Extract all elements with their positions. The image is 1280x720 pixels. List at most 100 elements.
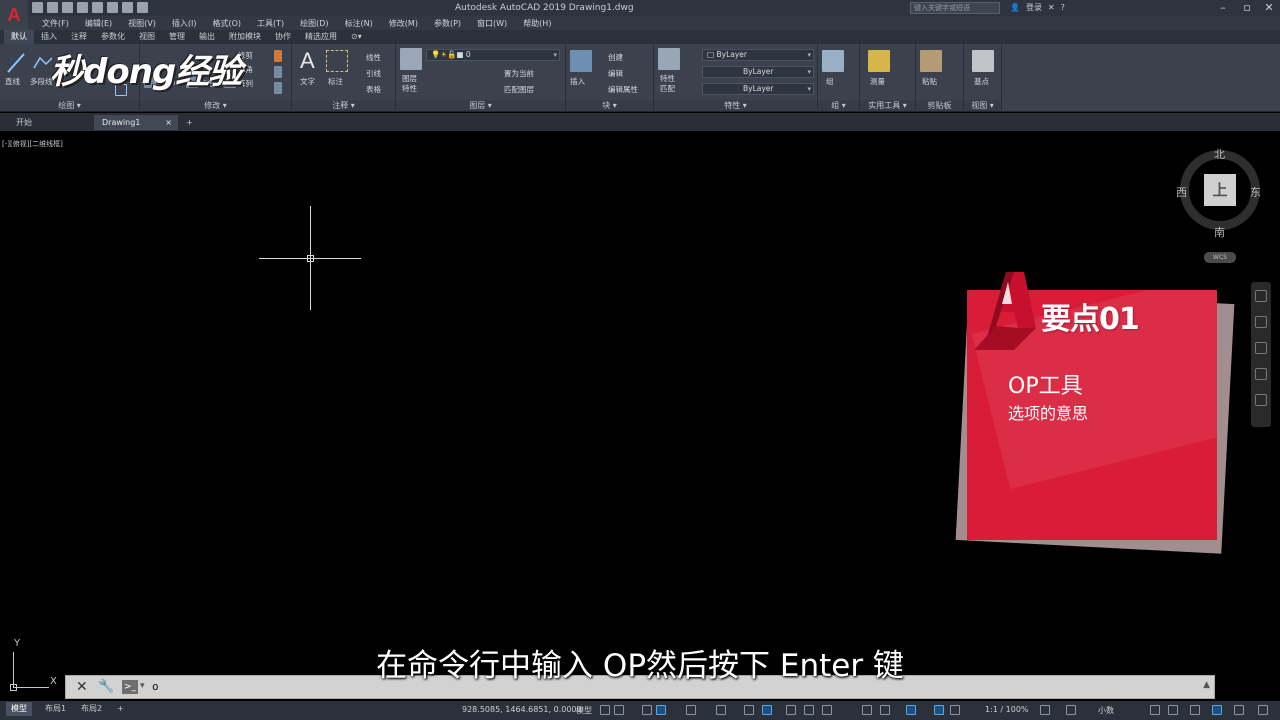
units-selector[interactable]: 小数 bbox=[1098, 705, 1114, 716]
grid-icon[interactable] bbox=[600, 705, 610, 715]
erase-icon[interactable] bbox=[274, 50, 282, 62]
annotation-panel-title[interactable]: 注释 ▾ bbox=[292, 100, 395, 111]
base-point-button[interactable]: 基点 bbox=[974, 76, 989, 87]
linetype-dropdown[interactable]: ByLayer bbox=[702, 66, 814, 78]
menu-modify[interactable]: 修改(M) bbox=[381, 18, 426, 29]
gizmo-icon[interactable] bbox=[906, 705, 916, 715]
close-tab-icon[interactable]: × bbox=[165, 115, 172, 130]
ortho-icon[interactable] bbox=[642, 705, 652, 715]
layer-properties-icon[interactable] bbox=[400, 48, 422, 70]
clean-screen-icon[interactable] bbox=[1234, 705, 1244, 715]
draw-panel-title[interactable]: 绘图 ▾ bbox=[0, 100, 139, 111]
paste-button[interactable]: 粘贴 bbox=[922, 76, 937, 87]
tab-insert[interactable]: 插入 bbox=[34, 30, 64, 44]
view-panel-title[interactable]: 视图 ▾ bbox=[964, 100, 1001, 111]
add-layout-button[interactable]: + bbox=[112, 702, 129, 716]
showmotion-icon[interactable] bbox=[1255, 394, 1267, 406]
orbit-icon[interactable] bbox=[1255, 368, 1267, 380]
tab-drawing1[interactable]: Drawing1 × bbox=[94, 115, 178, 130]
tab-layout2[interactable]: 布局2 bbox=[76, 702, 107, 716]
print-icon[interactable] bbox=[92, 2, 103, 13]
tab-output[interactable]: 输出 bbox=[192, 30, 222, 44]
annotation-visibility-icon[interactable] bbox=[934, 705, 944, 715]
block-panel-title[interactable]: 块 ▾ bbox=[566, 100, 653, 111]
undo-icon[interactable] bbox=[122, 2, 133, 13]
compass-south[interactable]: 南 bbox=[1214, 224, 1225, 240]
selection-cycling-icon[interactable] bbox=[804, 705, 814, 715]
customization-icon[interactable] bbox=[1258, 705, 1268, 715]
tab-manage[interactable]: 管理 bbox=[162, 30, 192, 44]
color-dropdown[interactable]: □ ByLayer bbox=[702, 49, 814, 61]
maximize-button[interactable]: ▫ bbox=[1236, 0, 1258, 16]
properties-panel-title[interactable]: 特性 ▾ bbox=[654, 100, 817, 111]
transparency-icon[interactable] bbox=[786, 705, 796, 715]
lock-ui-icon[interactable] bbox=[1168, 705, 1178, 715]
pan-icon[interactable] bbox=[1255, 316, 1267, 328]
tab-layout1[interactable]: 布局1 bbox=[40, 702, 71, 716]
close-window-button[interactable]: ✕ bbox=[1258, 0, 1280, 16]
tab-default[interactable]: 默认 bbox=[4, 30, 34, 44]
quick-properties-icon[interactable] bbox=[1150, 705, 1160, 715]
menu-tools[interactable]: 工具(T) bbox=[249, 18, 292, 29]
dimension-button[interactable]: 标注 bbox=[328, 76, 343, 87]
selection-filter-icon[interactable] bbox=[880, 705, 890, 715]
measure-button[interactable]: 测量 bbox=[870, 76, 885, 87]
groups-panel-title[interactable]: 组 ▾ bbox=[818, 100, 859, 111]
save-icon[interactable] bbox=[62, 2, 73, 13]
object-snap-tracking-icon[interactable] bbox=[716, 705, 726, 715]
snap-icon[interactable] bbox=[614, 705, 624, 715]
menu-file[interactable]: 文件(F) bbox=[34, 18, 77, 29]
plot-icon[interactable] bbox=[107, 2, 118, 13]
redo-icon[interactable] bbox=[137, 2, 148, 13]
compass-east[interactable]: 东 bbox=[1250, 184, 1261, 200]
group-button[interactable]: 组 bbox=[826, 76, 834, 87]
menu-draw[interactable]: 绘图(D) bbox=[292, 18, 336, 29]
help-icon[interactable]: ? bbox=[1061, 3, 1065, 12]
group-icon[interactable] bbox=[822, 50, 844, 72]
model-space-button[interactable]: 模型 bbox=[576, 705, 592, 716]
save-as-icon[interactable] bbox=[77, 2, 88, 13]
lineweight-dropdown[interactable]: ByLayer bbox=[702, 83, 814, 95]
leader-button[interactable]: 引线 bbox=[366, 68, 381, 79]
linear-dimension-button[interactable]: 线性 bbox=[366, 52, 381, 63]
tab-parametric[interactable]: 参数化 bbox=[94, 30, 132, 44]
menu-view[interactable]: 视图(V) bbox=[120, 18, 164, 29]
application-menu-button[interactable]: A bbox=[0, 0, 28, 30]
paste-icon[interactable] bbox=[920, 50, 942, 72]
line-icon[interactable] bbox=[6, 50, 26, 74]
text-icon[interactable]: A bbox=[300, 48, 315, 74]
menu-dimension[interactable]: 标注(N) bbox=[337, 18, 381, 29]
tab-annotate[interactable]: 注释 bbox=[64, 30, 94, 44]
new-file-icon[interactable] bbox=[32, 2, 43, 13]
viewport-controls[interactable]: [-][俯视][二维线框] bbox=[2, 139, 63, 149]
tab-model[interactable]: 模型 bbox=[6, 702, 32, 716]
zoom-icon[interactable] bbox=[1255, 342, 1267, 354]
polar-tracking-icon[interactable] bbox=[656, 705, 666, 715]
minimize-button[interactable]: – bbox=[1212, 0, 1234, 16]
user-icon[interactable]: 👤 bbox=[1010, 3, 1020, 12]
match-properties-icon[interactable] bbox=[658, 48, 680, 70]
isolate-objects-icon[interactable] bbox=[1190, 705, 1200, 715]
edit-attributes-button[interactable]: 编辑属性 bbox=[608, 84, 638, 95]
table-button[interactable]: 表格 bbox=[366, 84, 381, 95]
copy-icon[interactable] bbox=[274, 66, 282, 78]
steering-wheel-icon[interactable] bbox=[1255, 290, 1267, 302]
layer-properties-button[interactable]: 图层 特性 bbox=[402, 74, 417, 94]
insert-block-button[interactable]: 插入 bbox=[570, 76, 585, 87]
isodraft-icon[interactable] bbox=[686, 705, 696, 715]
wcs-menu-button[interactable]: WCS bbox=[1204, 252, 1236, 263]
tab-start[interactable]: 开始 bbox=[8, 115, 86, 130]
match-layer-button[interactable]: 匹配图层 bbox=[504, 84, 534, 95]
edit-block-button[interactable]: 编辑 bbox=[608, 68, 623, 79]
tab-addins[interactable]: 附加模块 bbox=[222, 30, 268, 44]
login-link[interactable]: 登录 bbox=[1026, 2, 1042, 13]
annotation-scale[interactable]: 1:1 / 100% bbox=[985, 705, 1029, 714]
compass-north[interactable]: 北 bbox=[1214, 146, 1225, 162]
dynamic-ucs-icon[interactable] bbox=[862, 705, 872, 715]
insert-block-icon[interactable] bbox=[570, 50, 592, 72]
tab-collaborate[interactable]: 协作 bbox=[268, 30, 298, 44]
lineweight-icon[interactable] bbox=[762, 705, 772, 715]
menu-format[interactable]: 格式(O) bbox=[204, 18, 249, 29]
dimension-icon[interactable] bbox=[326, 50, 348, 72]
layers-panel-title[interactable]: 图层 ▾ bbox=[396, 100, 565, 111]
